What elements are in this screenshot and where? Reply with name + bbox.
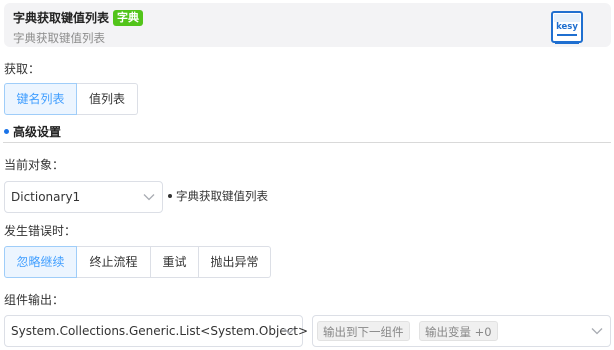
component-title-row: 字典获取键值列表 字典: [13, 9, 144, 26]
fetch-option-keys[interactable]: 键名列表: [4, 83, 77, 115]
output-type-select[interactable]: System.Collections.Generic.List<System.O…: [4, 315, 308, 347]
component-header: 字典获取键值列表 字典 字典获取键值列表 kesy: [4, 3, 611, 47]
logo-text: kesy: [556, 22, 578, 32]
on-error-group: 忽略继续 终止流程 重试 抛出异常: [4, 246, 271, 278]
fetch-option-values[interactable]: 值列表: [77, 83, 138, 115]
current-object-select[interactable]: Dictionary1: [4, 181, 163, 213]
current-object-note: 字典获取键值列表: [168, 188, 268, 204]
category-tag: 字典: [113, 9, 144, 26]
component-title: 字典获取键值列表: [13, 11, 110, 25]
output-label: 组件输出：: [4, 293, 65, 307]
chevron-down-icon: [591, 328, 603, 335]
current-object-label: 当前对象：: [4, 158, 65, 172]
on-error-retry[interactable]: 重试: [151, 246, 199, 278]
output-variable-chip[interactable]: 输出变量 +0: [419, 321, 498, 341]
on-error-terminate[interactable]: 终止流程: [77, 246, 151, 278]
fetch-mode-group: 键名列表 值列表: [4, 83, 138, 115]
kesy-logo-icon: kesy: [551, 11, 583, 44]
note-bullet-icon: [168, 194, 172, 198]
advanced-settings-header[interactable]: 高级设置: [3, 121, 611, 143]
output-type-value: System.Collections.Generic.List<System.O…: [11, 324, 309, 338]
chevron-down-icon: [283, 328, 295, 335]
component-subtitle: 字典获取键值列表: [13, 31, 105, 45]
fetch-label: 获取：: [4, 62, 41, 76]
output-next-component-chip[interactable]: 输出到下一组件: [317, 321, 410, 341]
on-error-ignore[interactable]: 忽略继续: [4, 246, 77, 278]
bullet-icon: [4, 129, 9, 134]
advanced-settings-title: 高级设置: [13, 125, 62, 139]
on-error-throw[interactable]: 抛出异常: [199, 246, 271, 278]
current-object-note-text: 字典获取键值列表: [176, 189, 268, 203]
on-error-label: 发生错误时：: [4, 224, 77, 238]
current-object-value: Dictionary1: [11, 190, 81, 204]
chevron-down-icon: [143, 194, 155, 201]
